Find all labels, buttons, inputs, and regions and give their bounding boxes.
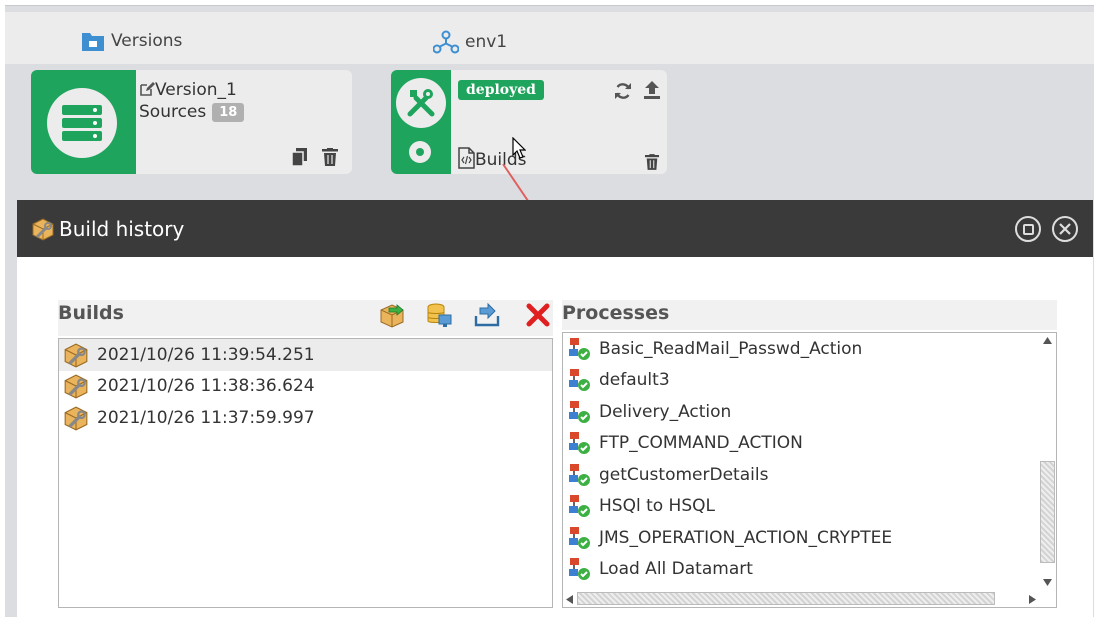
build-package-icon — [64, 343, 88, 368]
process-ok-icon — [569, 558, 590, 581]
list-item[interactable]: 2021/10/26 11:39:54.251 — [59, 339, 552, 371]
environment-card-side — [391, 70, 451, 174]
close-icon — [1059, 223, 1071, 235]
target-icon — [409, 141, 431, 163]
build-package-icon — [32, 218, 54, 241]
upload-icon[interactable] — [644, 81, 660, 99]
mouse-cursor-icon — [512, 137, 526, 159]
process-name: JMS_OPERATION_ACTION_CRYPTEE — [599, 527, 893, 548]
list-item[interactable]: Basic_ReadMail_Passwd_Action — [563, 333, 1056, 365]
process-name: Basic_ReadMail_Passwd_Action — [599, 338, 863, 359]
sources-count-badge: 18 — [212, 102, 245, 122]
top-bar: Versions env1 — [5, 12, 1094, 64]
copy-icon[interactable] — [292, 148, 308, 166]
horizontal-scrollbar[interactable] — [563, 591, 1041, 607]
vertical-scrollbar[interactable] — [1039, 333, 1056, 593]
version-card[interactable]: Version_1 Sources 18 — [31, 70, 352, 174]
process-ok-icon — [569, 495, 590, 518]
list-item[interactable]: HSQl to HSQL — [563, 491, 1056, 523]
process-name: FTP_COMMAND_ACTION — [599, 433, 803, 454]
build-package-icon — [64, 374, 88, 399]
list-item[interactable]: 2021/10/26 11:38:36.624 — [59, 371, 552, 403]
dialog-title: Build history — [59, 217, 185, 241]
code-file-icon — [458, 147, 475, 169]
version-name[interactable]: Version_1 — [155, 80, 237, 100]
list-item[interactable]: Delivery_Action — [563, 396, 1056, 428]
process-ok-icon — [569, 369, 590, 392]
close-button[interactable] — [1052, 216, 1078, 242]
processes-panel-title: Processes — [562, 302, 670, 324]
server-icon — [47, 88, 117, 158]
version-name-row: Version_1 — [139, 80, 237, 100]
dialog-header: Build history — [17, 200, 1093, 257]
tools-icon — [396, 78, 446, 128]
version-card-side — [31, 70, 136, 174]
list-item[interactable]: FTP_COMMAND_ACTION — [563, 428, 1056, 460]
sources-label: Sources — [139, 102, 207, 122]
scroll-right-icon[interactable] — [1029, 595, 1036, 604]
process-ok-icon — [569, 463, 590, 486]
env-label: env1 — [465, 32, 508, 52]
environment-card[interactable]: deployed Builds — [391, 70, 667, 174]
process-name: Load All Datamart — [599, 559, 753, 580]
list-item[interactable]: JMS_OPERATION_ACTION_CRYPTEE — [563, 522, 1056, 554]
network-icon — [433, 30, 459, 54]
build-timestamp: 2021/10/26 11:39:54.251 — [97, 344, 315, 365]
process-ok-icon — [569, 400, 590, 423]
new-build-icon[interactable] — [379, 302, 405, 328]
scroll-up-icon[interactable] — [1043, 337, 1052, 344]
process-name: Delivery_Action — [599, 401, 732, 422]
horizontal-scroll-thumb[interactable] — [577, 592, 995, 605]
maximize-button[interactable] — [1015, 216, 1041, 242]
process-name: getCustomerDetails — [599, 464, 769, 485]
sources-row: Sources 18 — [139, 102, 245, 122]
deployed-status-badge: deployed — [458, 80, 544, 100]
list-item[interactable]: Load All Datamart — [563, 554, 1056, 586]
process-ok-icon — [569, 526, 590, 549]
build-package-icon — [64, 406, 88, 431]
scroll-left-icon[interactable] — [566, 595, 573, 604]
delete-icon[interactable] — [525, 302, 551, 328]
process-ok-icon — [569, 432, 590, 455]
database-icon[interactable] — [426, 302, 452, 328]
list-item[interactable]: default3 — [563, 365, 1056, 397]
processes-list: Basic_ReadMail_Passwd_Action default3 De… — [562, 332, 1057, 608]
list-item[interactable]: getCustomerDetails — [563, 459, 1056, 491]
builds-list: 2021/10/26 11:39:54.251 2021/10/26 11:38… — [58, 338, 553, 608]
builds-panel-title: Builds — [58, 302, 124, 324]
import-icon[interactable] — [474, 302, 500, 328]
versions-label: Versions — [111, 31, 183, 51]
refresh-icon[interactable] — [614, 82, 632, 100]
build-timestamp: 2021/10/26 11:38:36.624 — [97, 376, 315, 397]
edit-icon[interactable] — [139, 81, 155, 97]
process-name: default3 — [599, 370, 670, 391]
list-item[interactable]: 2021/10/26 11:37:59.997 — [59, 402, 552, 434]
env-header: env1 — [433, 30, 507, 54]
trash-icon[interactable] — [645, 154, 659, 170]
folder-icon — [82, 33, 104, 51]
trash-icon[interactable] — [322, 148, 338, 166]
scroll-down-icon[interactable] — [1043, 579, 1052, 586]
vertical-scroll-thumb[interactable] — [1040, 461, 1055, 563]
versions-header: Versions — [81, 30, 182, 52]
build-timestamp: 2021/10/26 11:37:59.997 — [97, 407, 315, 428]
maximize-icon — [1022, 223, 1034, 235]
build-history-dialog: Build history Builds 2021/10/26 11:39:54… — [17, 200, 1093, 620]
process-ok-icon — [569, 337, 590, 360]
process-name: HSQl to HSQL — [599, 496, 715, 517]
